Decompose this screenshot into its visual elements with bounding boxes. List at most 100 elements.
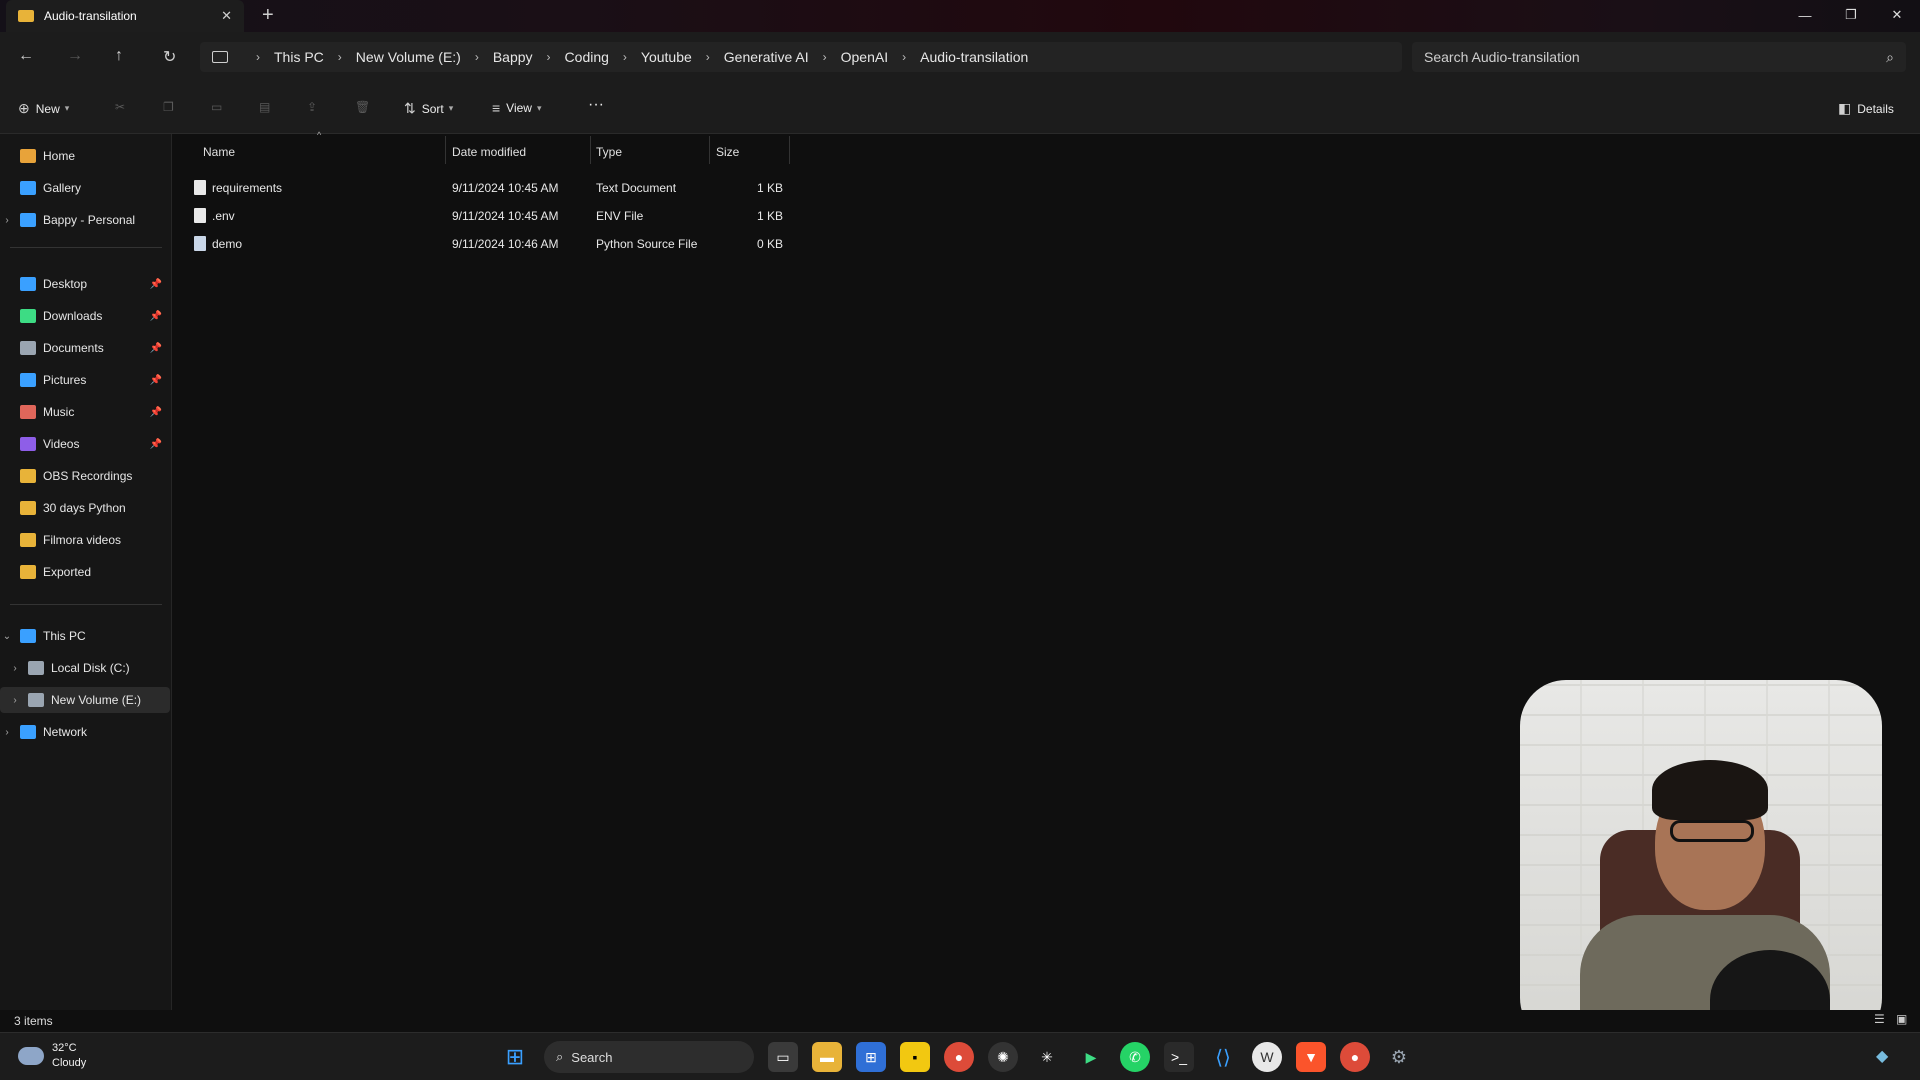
sidebar-item[interactable]: 30 days Python [0,495,170,521]
pin-icon[interactable]: 📌 [150,311,162,322]
sidebar-item[interactable]: Downloads 📌 [0,303,170,329]
chrome-profile-icon[interactable]: ● [1340,1042,1370,1072]
chevron-right-icon[interactable]: › [547,50,551,64]
sort-button[interactable]: ⇅ Sort ▾ [404,100,453,117]
brave-icon[interactable]: ▼ [1296,1042,1326,1072]
sidebar-item[interactable]: › Network [0,719,170,745]
search-box[interactable]: Search Audio-transilation ⌕ [1412,42,1906,72]
vscode-icon[interactable]: ⟨⟩ [1208,1042,1238,1072]
delete-icon[interactable]: 🗑 [355,100,370,114]
chevron-right-icon[interactable]: › [0,727,14,738]
paste-icon[interactable]: ▭ [211,100,222,114]
back-arrow-icon[interactable]: ← [18,47,34,65]
chevron-right-icon[interactable]: › [902,50,906,64]
sidebar-item[interactable]: ⌄ This PC [0,623,170,649]
breadcrumb-item[interactable]: New Volume (E:) [356,49,461,65]
maximize-button[interactable]: ❐ [1828,0,1874,30]
sidebar-item[interactable]: OBS Recordings [0,463,170,489]
whatsapp-icon[interactable]: ✆ [1120,1042,1150,1072]
file-explorer-icon[interactable]: ▬ [812,1042,842,1072]
sidebar-item[interactable]: Documents 📌 [0,335,170,361]
file-row[interactable]: demo 9/11/2024 10:46 AM Python Source File… [173,230,793,258]
column-divider[interactable] [590,136,591,164]
tab-audio-transilation[interactable]: Audio-transilation ✕ [6,0,244,32]
windows-start-icon[interactable]: ⊞ [500,1042,530,1072]
microsoft-store-icon[interactable]: ⊞ [856,1042,886,1072]
sidebar-item[interactable]: › Bappy - Personal [0,207,170,233]
sidebar-item[interactable]: Filmora videos [0,527,170,553]
forward-arrow-icon[interactable]: → [67,47,83,65]
breadcrumb-item[interactable]: Bappy [493,49,533,65]
share-icon[interactable]: ⇪ [307,100,317,114]
terminal-icon[interactable]: >_ [1164,1042,1194,1072]
refresh-icon[interactable]: ↻ [163,47,176,67]
sidebar-item[interactable]: Music 📌 [0,399,170,425]
breadcrumb-item[interactable]: Audio-transilation [920,49,1028,65]
sidebar-item[interactable]: Gallery [0,175,170,201]
chrome-icon[interactable]: ● [944,1042,974,1072]
chevron-right-icon[interactable]: › [0,215,14,226]
file-row[interactable]: .env 9/11/2024 10:45 AM ENV File 1 KB [173,202,793,230]
chevron-right-icon[interactable]: › [706,50,710,64]
breadcrumb-item[interactable]: Generative AI [724,49,809,65]
pin-icon[interactable]: 📌 [150,375,162,386]
chevron-down-icon[interactable]: ⌄ [0,631,14,642]
pin-icon[interactable]: 📌 [150,407,162,418]
sidebar-item[interactable]: Videos 📌 [0,431,170,457]
breadcrumb-item[interactable]: Coding [565,49,609,65]
chevron-right-icon[interactable]: › [8,663,22,674]
cut-icon[interactable]: ✂ [115,100,125,114]
chevron-right-icon[interactable]: › [338,50,342,64]
sticky-notes-icon[interactable]: ▪ [900,1042,930,1072]
taskbar-search[interactable]: ⌕ Search [544,1041,754,1073]
breadcrumb-item[interactable]: Youtube [641,49,692,65]
column-type[interactable]: Type [596,140,622,164]
task-view-icon[interactable]: ▭ [768,1042,798,1072]
copilot-icon[interactable]: ◆ [1876,1046,1888,1066]
tiles-view-icon[interactable]: ▣ [1896,1012,1907,1026]
new-button[interactable]: ⊕ New ▾ [18,100,69,117]
pin-icon[interactable]: 📌 [150,343,162,354]
sidebar-item[interactable]: Home [0,143,170,169]
column-name[interactable]: Name [203,140,235,164]
word-app-icon[interactable]: W [1252,1042,1282,1072]
sidebar-item[interactable]: Exported [0,559,170,585]
column-divider[interactable] [445,136,446,164]
rename-icon[interactable]: ▤ [259,100,270,114]
close-tab-icon[interactable]: ✕ [221,8,232,24]
pin-icon[interactable]: 📌 [150,439,162,450]
chevron-right-icon[interactable]: › [823,50,827,64]
column-date-modified[interactable]: Date modified [452,140,526,164]
sidebar-item[interactable]: Pictures 📌 [0,367,170,393]
view-button[interactable]: ≡ View ▾ [492,100,542,116]
breadcrumb[interactable]: › This PC › New Volume (E:) › Bappy › Coding › Yo… [200,42,1402,72]
sidebar-item[interactable]: Desktop 📌 [0,271,170,297]
pin-icon[interactable]: 📌 [150,279,162,290]
details-view-icon[interactable]: ☰ [1874,1012,1885,1026]
settings-gear-icon[interactable]: ⚙ [1384,1042,1414,1072]
weather-widget[interactable]: 32°C Cloudy [18,1041,86,1071]
brightness-icon[interactable]: ✳ [1032,1042,1062,1072]
file-row[interactable]: requirements 9/11/2024 10:45 AM Text Docum… [173,174,793,202]
breadcrumb-item[interactable]: This PC [274,49,324,65]
play-icon[interactable]: ▶ [1076,1042,1106,1072]
details-button[interactable]: ◧ Details [1838,100,1894,117]
breadcrumb-item[interactable]: OpenAI [841,49,888,65]
close-button[interactable]: ✕ [1874,0,1920,30]
chatgpt-icon[interactable]: ✺ [988,1042,1018,1072]
minimize-button[interactable]: — [1782,0,1828,30]
sidebar-item[interactable]: › New Volume (E:) [0,687,170,713]
new-tab-button[interactable]: + [262,4,274,27]
chevron-right-icon[interactable]: › [8,695,22,706]
column-size[interactable]: Size [716,140,739,164]
up-arrow-icon[interactable]: ↑ [115,47,123,65]
more-options-button[interactable]: ··· [588,96,604,114]
column-divider[interactable] [709,136,710,164]
column-divider[interactable] [789,136,790,164]
chevron-right-icon[interactable]: › [623,50,627,64]
search-input[interactable]: Search Audio-transilation [1424,49,1886,65]
copy-icon[interactable]: ❐ [163,100,174,114]
sidebar-item[interactable]: › Local Disk (C:) [0,655,170,681]
chevron-right-icon[interactable]: › [256,50,260,64]
chevron-right-icon[interactable]: › [475,50,479,64]
